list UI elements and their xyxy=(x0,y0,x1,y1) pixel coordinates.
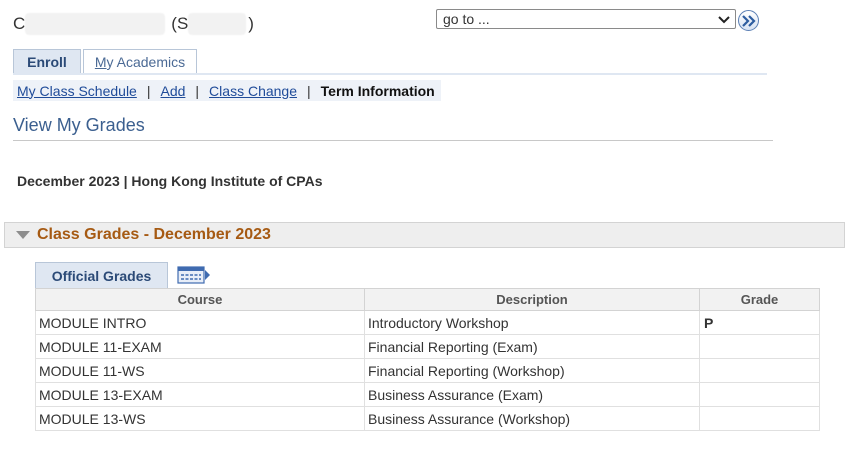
course-cell: MODULE 13-WS xyxy=(35,406,365,431)
subnav-link-text: dd xyxy=(169,82,186,99)
double-chevron-right-icon xyxy=(742,14,756,27)
table-header-row: Course Description Grade xyxy=(35,288,820,311)
link-my-class-schedule[interactable]: My Class Schedule xyxy=(17,83,137,99)
tab-my-academics[interactable]: My Academics xyxy=(83,49,197,74)
course-cell: MODULE 11-EXAM xyxy=(35,334,365,359)
subnav-link-text: lass Change xyxy=(219,82,297,99)
table-row: MODULE 11-WS Financial Reporting (Worksh… xyxy=(35,358,820,383)
redacted-name xyxy=(25,13,166,35)
link-add[interactable]: Add xyxy=(160,83,185,99)
goto-select[interactable]: go to ... xyxy=(436,9,736,29)
title-divider xyxy=(13,140,773,141)
student-id-suffix: ) xyxy=(248,14,254,33)
column-header-description: Description xyxy=(364,288,700,311)
description-cell: Business Assurance (Exam) xyxy=(364,382,700,407)
table-row: MODULE 11-EXAM Financial Reporting (Exam… xyxy=(35,334,820,359)
tab-official-grades-label: Official Grades xyxy=(51,267,152,284)
tab-my-academics-accesskey: M xyxy=(94,54,107,70)
description-cell: Business Assurance (Workshop) xyxy=(364,406,700,431)
name-initial: C xyxy=(13,14,26,33)
subnav-link-text: M xyxy=(17,82,29,99)
subnav-current-term-information: Term Information xyxy=(320,82,435,99)
description-cell: Introductory Workshop xyxy=(364,310,700,335)
tab-enroll-label: Enroll xyxy=(27,54,67,70)
redacted-id xyxy=(188,13,247,35)
show-all-columns-icon[interactable] xyxy=(177,265,211,285)
tab-enroll[interactable]: Enroll xyxy=(13,49,81,74)
subnav-separator: | xyxy=(146,82,151,99)
description-cell: Financial Reporting (Workshop) xyxy=(364,358,700,383)
course-cell: MODULE 13-EXAM xyxy=(35,382,365,407)
term-label: December 2023 | Hong Kong Institute of C… xyxy=(17,173,323,189)
page-title: View My Grades xyxy=(13,115,145,135)
table-row: MODULE 13-EXAM Business Assurance (Exam) xyxy=(35,382,820,407)
subnav-separator: | xyxy=(307,82,311,99)
table-row: MODULE 13-WS Business Assurance (Worksho… xyxy=(35,406,820,431)
subnav-link-text: C xyxy=(209,82,220,99)
subnav-link-text: A xyxy=(160,82,170,99)
grades-table: Course Description Grade MODULE INTRO In… xyxy=(35,288,820,431)
chevron-down-icon xyxy=(718,16,730,24)
column-header-grade: Grade xyxy=(699,288,820,311)
grade-cell: P xyxy=(699,310,820,335)
tab-my-academics-label: y Academics xyxy=(106,54,186,70)
column-header-course: Course xyxy=(35,288,365,311)
course-cell: MODULE INTRO xyxy=(35,310,365,335)
section-title: Class Grades - December 2023 xyxy=(37,226,271,243)
description-cell: Financial Reporting (Exam) xyxy=(364,334,700,359)
subnav-link-text: y Class Schedule xyxy=(28,82,137,99)
grade-cell xyxy=(699,358,820,383)
course-cell: MODULE 11-WS xyxy=(35,358,365,383)
subnav-separator: | xyxy=(195,82,200,99)
student-id-prefix: (S xyxy=(171,14,189,33)
grade-cell xyxy=(699,334,820,359)
enroll-subnav: My Class Schedule | Add | Class Change |… xyxy=(13,80,441,101)
tab-official-grades[interactable]: Official Grades xyxy=(35,262,168,288)
collapse-triangle-icon xyxy=(16,231,30,239)
class-grades-section-header[interactable]: Class Grades - December 2023 xyxy=(4,222,845,248)
grade-cell xyxy=(699,382,820,407)
grade-cell xyxy=(699,406,820,431)
goto-select-value: go to ... xyxy=(443,11,490,27)
main-tabs: Enroll My Academics xyxy=(13,49,199,74)
table-row: MODULE INTRO Introductory Workshop P xyxy=(35,310,820,335)
tab-underline xyxy=(13,73,767,75)
link-class-change[interactable]: Class Change xyxy=(209,83,297,99)
student-name: C (S ) xyxy=(13,13,254,35)
goto-go-button[interactable] xyxy=(738,10,759,31)
